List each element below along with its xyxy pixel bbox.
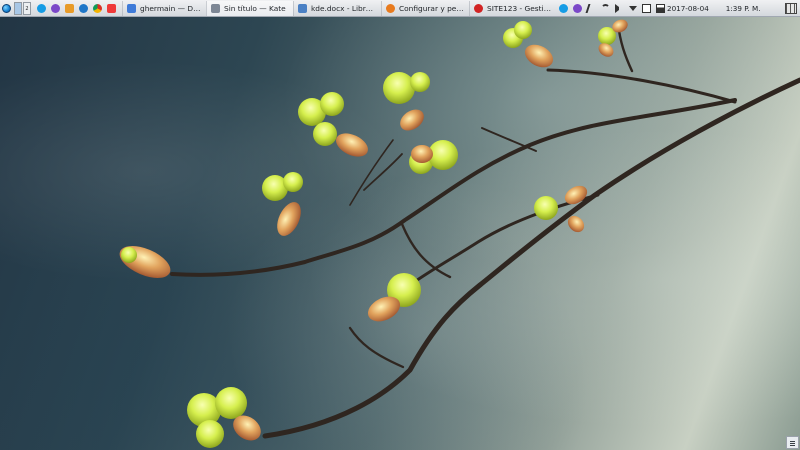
quick-launch-icons [37, 3, 116, 13]
desktop-menu-button[interactable] [786, 436, 799, 449]
virtual-desktop-pager[interactable]: 2 [14, 1, 32, 15]
task-opera[interactable]: SITE123 - Gestionar - ... [469, 0, 557, 16]
vivaldi-icon[interactable] [107, 3, 116, 13]
text-editor-icon [211, 3, 220, 13]
desktop-1[interactable] [14, 1, 22, 15]
task-firefox[interactable]: Configurar y personal... [381, 0, 469, 16]
viber-tray-icon[interactable] [573, 3, 582, 13]
document-icon [298, 3, 307, 13]
desktop: 2 ghermain — Dolphin Sin título — Kate k… [0, 0, 800, 450]
branch-lines [170, 21, 800, 439]
blossom-clusters [119, 19, 628, 448]
task-dolphin[interactable]: ghermain — Dolphin [122, 0, 206, 16]
calculator-icon[interactable] [785, 2, 798, 14]
kde-taskbar: 2 ghermain — Dolphin Sin título — Kate k… [0, 0, 800, 17]
clock[interactable]: 1:39 P. M. [726, 4, 761, 13]
show-hidden-icons-icon[interactable] [629, 5, 637, 11]
skype-icon[interactable] [37, 3, 46, 13]
bluetooth-icon[interactable] [585, 3, 598, 13]
volume-icon[interactable] [615, 3, 624, 13]
task-label: ghermain — Dolphin [140, 3, 202, 13]
chrome-icon[interactable] [93, 3, 102, 13]
folder-icon [127, 3, 136, 13]
date: 2017-08-04 [667, 3, 709, 13]
task-label: Sin título — Kate [224, 3, 286, 13]
clipboard-icon[interactable] [642, 3, 651, 13]
wifi-icon[interactable] [601, 3, 610, 13]
battery-icon[interactable] [656, 3, 665, 13]
firefox-icon [386, 3, 395, 13]
wallpaper-blossom-branch [119, 19, 800, 448]
mail-icon[interactable] [65, 3, 74, 13]
viber-icon[interactable] [51, 3, 60, 13]
task-label: SITE123 - Gestionar - ... [487, 3, 553, 13]
application-launcher-icon[interactable] [2, 3, 11, 13]
opera-icon [474, 3, 483, 13]
task-label: kde.docx - LibreOffic... [311, 3, 377, 13]
task-label: Configurar y personal... [399, 3, 465, 13]
skype-tray-icon[interactable] [559, 3, 568, 13]
task-kate[interactable]: Sin título — Kate [206, 0, 293, 16]
task-libreoffice[interactable]: kde.docx - LibreOffic... [293, 0, 381, 16]
task-manager: ghermain — Dolphin Sin título — Kate kde… [122, 0, 557, 16]
browser-icon[interactable] [79, 3, 88, 13]
system-tray [559, 3, 665, 13]
desktop-2[interactable]: 2 [23, 1, 31, 15]
